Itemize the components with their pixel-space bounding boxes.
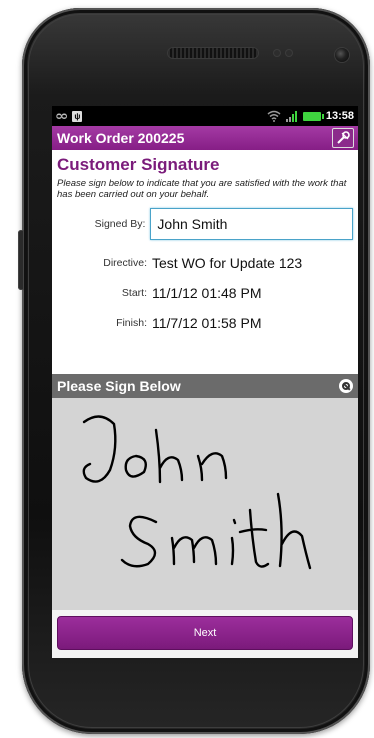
sign-header-title: Please Sign Below — [57, 378, 181, 394]
tools-icon[interactable] — [332, 128, 354, 148]
signature-pad[interactable] — [52, 398, 358, 610]
finish-value: 11/7/12 01:58 PM — [152, 315, 262, 331]
signal-icon — [285, 110, 297, 122]
volume-button[interactable] — [18, 230, 24, 290]
section-title: Customer Signature — [57, 155, 220, 174]
directive-row: Directive: Test WO for Update 123 — [57, 251, 353, 275]
directive-label: Directive: — [103, 257, 147, 269]
start-value: 11/1/12 01:48 PM — [152, 285, 262, 301]
footer: Next — [52, 610, 358, 658]
usb-debug-icon: ψ — [72, 110, 83, 122]
front-camera — [335, 48, 349, 62]
screen: ᴑᴑ ψ 13:58 Work Order 200225 Customer Si… — [52, 106, 358, 658]
page-title: Work Order 200225 — [57, 130, 185, 146]
instructions-text: Please sign below to indicate that you a… — [57, 178, 347, 200]
sign-header: Please Sign Below — [52, 374, 358, 398]
start-row: Start: 11/1/12 01:48 PM — [57, 281, 353, 305]
signed-by-input[interactable] — [150, 208, 353, 240]
status-clock: 13:58 — [325, 110, 354, 122]
finish-label: Finish: — [116, 317, 147, 329]
next-button[interactable]: Next — [57, 616, 353, 650]
signed-by-row: Signed By: — [57, 206, 353, 242]
finish-row: Finish: 11/7/12 01:58 PM — [57, 311, 353, 335]
clear-icon[interactable] — [339, 379, 353, 393]
battery-icon — [302, 111, 324, 121]
status-bar: ᴑᴑ ψ 13:58 — [52, 106, 358, 126]
light-sensor — [286, 50, 292, 56]
wifi-icon — [267, 110, 281, 122]
proximity-sensor — [274, 50, 280, 56]
directive-value: Test WO for Update 123 — [152, 255, 303, 271]
voicemail-icon: ᴑᴑ — [56, 110, 67, 122]
start-label: Start: — [121, 287, 147, 299]
signed-by-label: Signed By: — [94, 218, 146, 230]
signature-form: Customer Signature Please sign below to … — [52, 150, 358, 335]
title-bar: Work Order 200225 — [52, 126, 358, 150]
earpiece-speaker — [168, 48, 258, 58]
handwritten-signature — [82, 415, 312, 570]
